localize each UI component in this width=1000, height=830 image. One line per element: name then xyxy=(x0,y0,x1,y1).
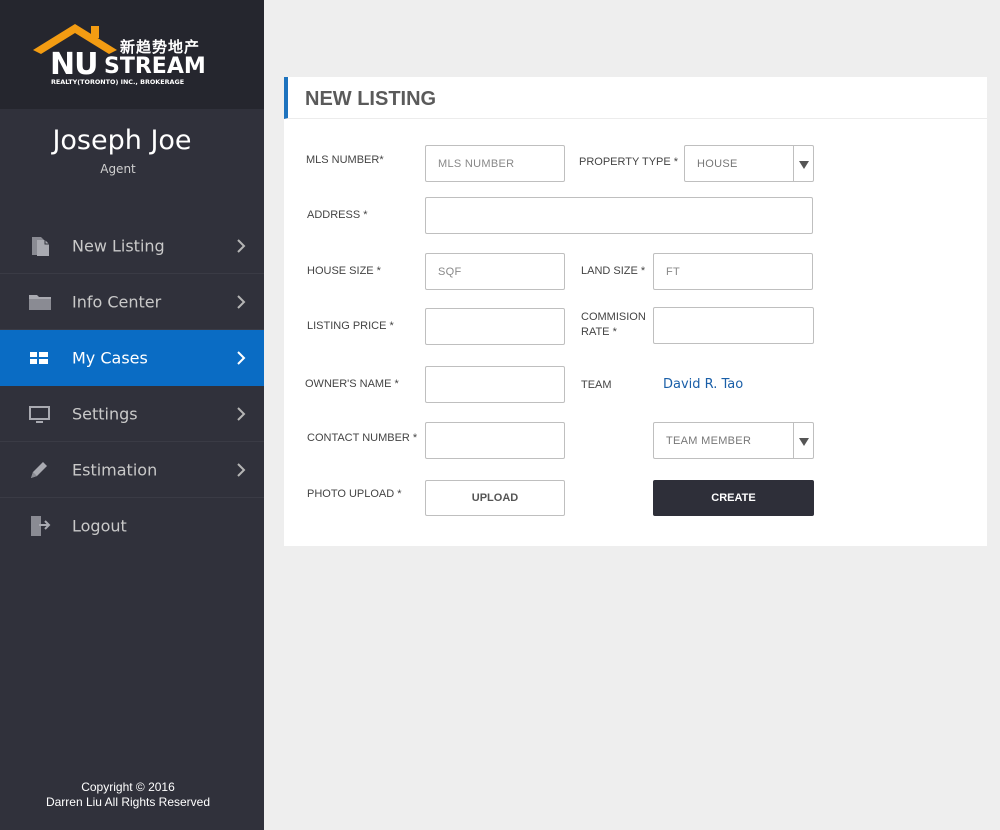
sidebar-item-label: Info Center xyxy=(72,292,162,311)
sidebar-item-my-cases[interactable]: My Cases xyxy=(0,330,264,386)
team-member-select[interactable]: TEAM MEMBER xyxy=(653,422,814,459)
contact-number-label: CONTACT NUMBER * xyxy=(307,432,418,444)
documents-icon xyxy=(32,236,49,256)
new-listing-card: NEW LISTING MLS NUMBER* PROPERTY TYPE * … xyxy=(284,77,987,546)
photo-upload-label: PHOTO UPLOAD * xyxy=(307,488,402,500)
owner-name-label: OWNER'S NAME * xyxy=(305,378,399,390)
property-type-label: PROPERTY TYPE * xyxy=(579,156,679,168)
logo[interactable]: 新趋势地产 NU STREAM REALTY(TORONTO) INC., BR… xyxy=(0,0,264,109)
sidebar-item-info-center[interactable]: Info Center xyxy=(0,274,264,330)
listing-price-input[interactable] xyxy=(425,308,565,345)
rights-line: Darren Liu All Rights Reserved xyxy=(45,795,211,809)
commission-label-line1: COMMISION xyxy=(581,311,646,323)
property-type-value: HOUSE xyxy=(697,157,738,170)
commission-label-line2: RATE * xyxy=(581,326,617,338)
house-size-input[interactable] xyxy=(425,253,565,290)
folder-icon xyxy=(29,294,51,310)
user-name: Joseph Joe xyxy=(52,125,192,156)
owner-name-input[interactable] xyxy=(425,366,565,403)
page-title: NEW LISTING xyxy=(305,88,437,110)
card-header: NEW LISTING xyxy=(284,77,987,119)
land-size-label: LAND SIZE * xyxy=(581,265,646,277)
create-button[interactable]: CREATE xyxy=(653,480,814,516)
copyright-footer: Copyright © 2016 Darren Liu All Rights R… xyxy=(0,780,256,810)
monitor-icon xyxy=(29,405,50,423)
mls-number-label: MLS NUMBER* xyxy=(306,154,384,166)
logout-icon xyxy=(31,516,51,536)
sidebar: 新趋势地产 NU STREAM REALTY(TORONTO) INC., BR… xyxy=(0,0,264,830)
dropdown-arrow-icon xyxy=(793,146,813,181)
sidebar-item-label: Logout xyxy=(72,516,127,536)
commission-rate-input[interactable] xyxy=(653,307,814,344)
sidebar-item-new-listing[interactable]: New Listing xyxy=(0,218,264,274)
sidebar-item-estimation[interactable]: Estimation xyxy=(0,442,264,498)
mls-number-input[interactable] xyxy=(425,145,565,182)
address-input[interactable] xyxy=(425,197,813,234)
property-type-select[interactable]: HOUSE xyxy=(684,145,814,182)
listing-price-label: LISTING PRICE * xyxy=(307,320,394,332)
sidebar-item-label: Estimation xyxy=(72,460,158,479)
land-size-input[interactable] xyxy=(653,253,813,290)
sidebar-item-label: Settings xyxy=(72,404,138,423)
upload-button[interactable]: UPLOAD xyxy=(425,480,565,516)
team-member-value: TEAM MEMBER xyxy=(666,434,752,447)
logo-nu-text: NU xyxy=(50,47,98,82)
copyright-line: Copyright © 2016 xyxy=(81,780,175,794)
contact-number-input[interactable] xyxy=(425,422,565,459)
sidebar-nav: New Listing Info Center My Cases Setting… xyxy=(0,218,264,554)
pencil-icon xyxy=(31,461,47,478)
sidebar-item-label: New Listing xyxy=(72,236,165,255)
team-name-link[interactable]: David R. Tao xyxy=(663,377,743,392)
chevron-right-icon xyxy=(237,294,246,309)
chevron-right-icon xyxy=(237,350,246,365)
sidebar-item-settings[interactable]: Settings xyxy=(0,386,264,442)
chevron-right-icon xyxy=(237,238,246,253)
grid-icon xyxy=(30,351,48,364)
logo-stream-text: STREAM xyxy=(104,54,206,79)
sidebar-item-logout[interactable]: Logout xyxy=(0,498,264,554)
house-size-label: HOUSE SIZE * xyxy=(307,265,381,277)
user-role: Agent xyxy=(100,162,136,176)
commission-rate-label: COMMISION RATE * xyxy=(581,310,646,340)
dropdown-arrow-icon xyxy=(793,423,813,458)
team-label: TEAM xyxy=(581,379,612,391)
chevron-right-icon xyxy=(237,406,246,421)
address-label: ADDRESS * xyxy=(307,209,368,221)
chevron-right-icon xyxy=(237,462,246,477)
logo-subtitle: REALTY(TORONTO) INC., BROKERAGE xyxy=(51,78,185,86)
sidebar-item-label: My Cases xyxy=(72,348,148,367)
